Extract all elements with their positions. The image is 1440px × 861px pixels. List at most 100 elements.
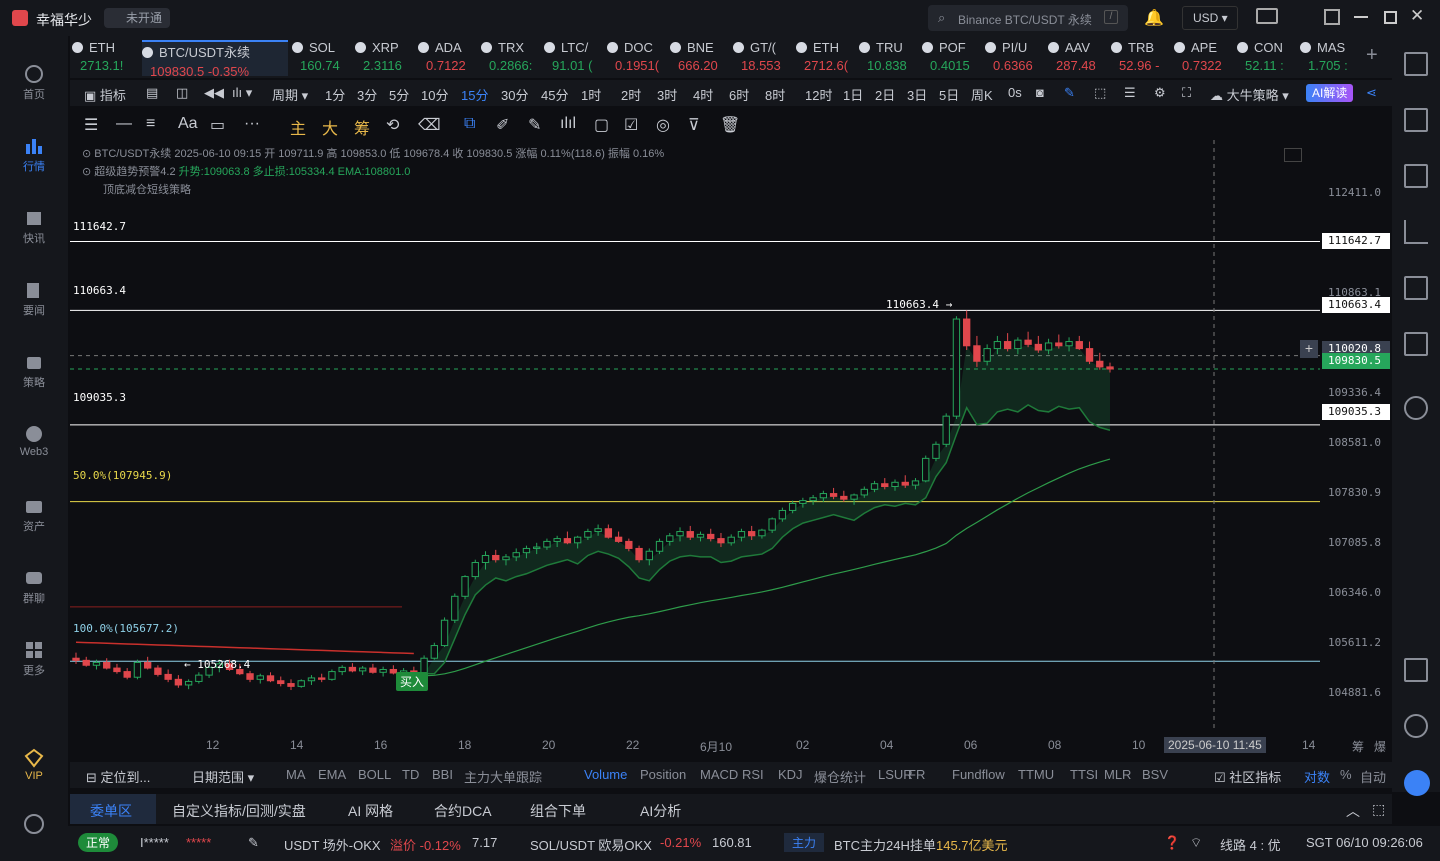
ticker-item[interactable]: CON 52.11 :	[1237, 40, 1296, 76]
sub-indicator-tab[interactable]: TTSI	[1070, 767, 1098, 782]
ticker-item[interactable]: MAS 1.705 :	[1300, 40, 1359, 76]
chips-tool[interactable]: 筹	[354, 115, 370, 139]
tab-ai-grid[interactable]: AI 网格	[348, 801, 393, 821]
strategy-dropdown[interactable]: ☁ 大牛策略 ▾	[1210, 85, 1289, 104]
eraser-icon[interactable]: ⌫	[418, 115, 441, 135]
dollar-icon[interactable]	[1404, 164, 1428, 188]
ticker-item[interactable]: AAV 287.48	[1048, 40, 1107, 76]
close-icon[interactable]: ✕	[1410, 6, 1424, 26]
bell-icon[interactable]: 🔔	[1144, 8, 1164, 28]
interval-16[interactable]: 3日	[907, 85, 927, 104]
nav-flash[interactable]: 快讯	[0, 208, 68, 246]
interval-7[interactable]: 1时	[581, 85, 601, 104]
period-dropdown[interactable]: 周期 ▾	[272, 85, 308, 104]
nav-strategy[interactable]: 策略	[0, 352, 68, 390]
panel-icon[interactable]	[1404, 658, 1428, 682]
chart-type-icon[interactable]: ılı ▾	[232, 85, 252, 101]
sub-indicator-tab[interactable]: MACD	[700, 767, 738, 782]
nav-web3[interactable]: Web3	[0, 424, 68, 458]
help-icon[interactable]: ❓	[1164, 835, 1180, 851]
sub-indicator-tab[interactable]: MLR	[1104, 767, 1131, 782]
tab-combo-order[interactable]: 组合下单	[530, 801, 586, 821]
interval-8[interactable]: 2时	[621, 85, 641, 104]
indicator-tab[interactable]: BOLL	[358, 767, 391, 782]
auto-toggle[interactable]: 自动	[1360, 767, 1386, 786]
trash-icon[interactable]: 🗑	[720, 115, 740, 135]
speed-icon[interactable]	[1404, 396, 1428, 420]
nav-chat[interactable]: 群聊	[0, 568, 68, 606]
ticker-item[interactable]: TRU 10.838	[859, 40, 918, 76]
ticker-item[interactable]: DOC 0.1951(	[607, 40, 666, 76]
tab-ai-analysis[interactable]: AI分析	[640, 801, 681, 821]
fullscreen-icon[interactable]: ⛶	[1182, 85, 1191, 101]
tab-contract-dca[interactable]: 合约DCA	[434, 801, 492, 821]
edit-icon[interactable]: ☑	[624, 115, 638, 135]
monitor-icon[interactable]	[1404, 276, 1428, 300]
add-alert-icon[interactable]: +	[1300, 340, 1318, 358]
ticker-item[interactable]: SOL 160.74	[292, 40, 351, 76]
assistant-robot-icon[interactable]	[1404, 770, 1430, 796]
chevron-up-icon[interactable]: ︿	[1346, 801, 1360, 821]
ticker-item[interactable]: LTC/91.01 (	[544, 40, 603, 76]
interval-3[interactable]: 10分	[421, 85, 448, 104]
liq-corner[interactable]: 爆	[1374, 738, 1386, 755]
bars-icon[interactable]: ılıl	[560, 115, 576, 133]
add-ticker-icon[interactable]: +	[1366, 44, 1378, 67]
interval-6[interactable]: 45分	[541, 85, 568, 104]
indicator-tab[interactable]: TD	[402, 767, 419, 782]
indicator-tab[interactable]: BBI	[432, 767, 453, 782]
ai-interpret-button[interactable]: AI解读	[1306, 84, 1354, 102]
tab-custom-indicator[interactable]: 自定义指标/回测/实盘	[172, 801, 306, 821]
sub-indicator-tab[interactable]: 爆仓统计	[814, 767, 866, 786]
interval-14[interactable]: 1日	[843, 85, 863, 104]
date-range-dropdown[interactable]: 日期范围 ▾	[192, 767, 254, 786]
expand-icon[interactable]	[1284, 148, 1302, 162]
currency-select[interactable]: USD ▾	[1182, 6, 1238, 30]
sub-indicator-tab[interactable]: RSI	[742, 767, 764, 782]
share-icon[interactable]: ⋖	[1366, 85, 1377, 101]
network-line[interactable]: 线路 4 : 优	[1220, 835, 1281, 854]
selection-icon[interactable]: ⬚	[1094, 85, 1106, 101]
main-tool[interactable]: 主	[290, 115, 306, 139]
locate-button[interactable]: ⊟ 定位到...	[86, 767, 150, 786]
eye-icon[interactable]: ⊙	[82, 166, 94, 178]
maximize-icon[interactable]	[1384, 11, 1397, 24]
ticker-item[interactable]: ETH 2712.6(	[796, 40, 855, 76]
search-input[interactable]: ⌕ Binance BTC/USDT 永续 /	[928, 5, 1128, 31]
sub-indicator-tab[interactable]: Fundflow	[952, 767, 1005, 782]
interval-4[interactable]: 15分	[461, 85, 488, 104]
sub-indicator-tab[interactable]: TTMU	[1018, 767, 1054, 782]
sub-indicator-tab[interactable]: FR	[908, 767, 925, 782]
sub-indicator-tab[interactable]: Position	[640, 767, 686, 782]
calendar-icon[interactable]: ▤	[146, 85, 158, 101]
community-indicator-button[interactable]: ☑ 社区指标	[1214, 767, 1281, 786]
chart-area[interactable]: ⊙ BTC/USDT永续 2025-06-10 09:15 开 109711.9…	[70, 140, 1392, 760]
nav-home[interactable]: 首页	[0, 64, 68, 102]
nav-market[interactable]: 行情	[0, 136, 68, 174]
ticker-item[interactable]: BTC/USDT永续 109830.5 -0.35%	[142, 40, 288, 76]
indicator-tab[interactable]: 主力大单跟踪	[464, 767, 542, 786]
interval-13[interactable]: 12时	[805, 85, 832, 104]
interval-1[interactable]: 3分	[357, 85, 377, 104]
text-tool[interactable]: Aa	[178, 115, 198, 133]
sub-indicator-tab[interactable]: BSV	[1142, 767, 1168, 782]
ruler-icon[interactable]: ▭	[210, 115, 225, 135]
big-tool[interactable]: 大	[322, 115, 338, 139]
ticker-item[interactable]: ADA 0.7122	[418, 40, 477, 76]
ticker-item[interactable]: TRB 52.96 -	[1111, 40, 1170, 76]
card-icon[interactable]	[1404, 332, 1428, 356]
collapse-icon[interactable]: ⊙	[82, 148, 94, 160]
interval-18[interactable]: 周K	[971, 85, 993, 104]
nav-assets[interactable]: 资产	[0, 496, 68, 534]
candlestick-chart[interactable]	[70, 140, 1392, 760]
ticker-item[interactable]: ETH 2713.1!	[72, 40, 138, 76]
hline-tool-icon[interactable]: —	[116, 115, 132, 133]
ticker-usdt-otc[interactable]: USDT 场外-OKX	[284, 835, 381, 854]
nav-vip[interactable]: VIP	[0, 748, 68, 782]
indicator-button[interactable]: ▣ 指标	[84, 85, 126, 104]
sub-indicator-tab[interactable]: Volume	[584, 767, 627, 782]
ticker-sol-okx[interactable]: SOL/USDT 欧易OKX	[530, 835, 652, 854]
ticker-item[interactable]: POF 0.4015	[922, 40, 981, 76]
interval-15[interactable]: 2日	[875, 85, 895, 104]
document-icon[interactable]	[1404, 108, 1428, 132]
